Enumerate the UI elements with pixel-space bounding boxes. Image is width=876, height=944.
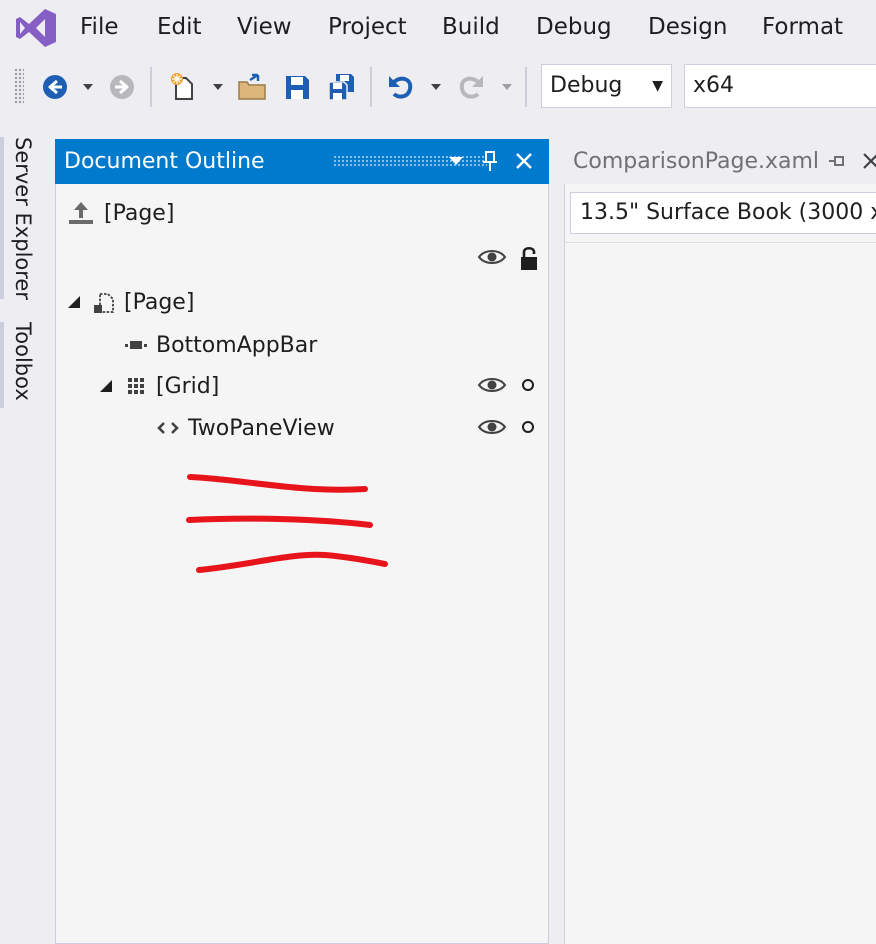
menu-design[interactable]: Design bbox=[648, 12, 727, 42]
code-icon bbox=[156, 418, 180, 438]
pin-tab-icon[interactable] bbox=[827, 152, 847, 174]
document-tab-title: ComparisonPage.xaml bbox=[573, 149, 820, 174]
pin-icon[interactable] bbox=[476, 147, 504, 175]
undo-dropdown-icon[interactable] bbox=[429, 70, 443, 104]
chevron-down-icon: ▼ bbox=[652, 78, 663, 94]
side-tab-label: Server Explorer bbox=[11, 137, 35, 300]
expanded-triangle-icon[interactable] bbox=[98, 378, 114, 394]
eye-icon[interactable] bbox=[476, 246, 508, 268]
menu-file[interactable]: File bbox=[80, 12, 119, 42]
eye-icon[interactable] bbox=[476, 417, 508, 437]
grid-icon bbox=[125, 375, 147, 397]
menu-debug[interactable]: Debug bbox=[536, 12, 612, 42]
forward-icon[interactable] bbox=[105, 70, 139, 104]
toolbar-separator bbox=[525, 67, 527, 107]
save-icon[interactable] bbox=[280, 70, 314, 104]
back-dropdown-icon[interactable] bbox=[81, 70, 95, 104]
back-icon[interactable] bbox=[38, 70, 72, 104]
red-annotation-scribble bbox=[186, 474, 388, 573]
side-tab-label: Toolbox bbox=[11, 322, 35, 401]
document-outline-title-bar[interactable]: Document Outline bbox=[55, 139, 549, 184]
menu-format[interactable]: Format bbox=[762, 12, 843, 42]
new-item-dropdown-icon[interactable] bbox=[211, 70, 225, 104]
menu-bar bbox=[0, 0, 876, 56]
xaml-designer-surface[interactable] bbox=[564, 184, 876, 944]
menu-view[interactable]: View bbox=[237, 12, 292, 42]
menu-edit[interactable]: Edit bbox=[157, 12, 202, 42]
tree-node-label[interactable]: [Grid] bbox=[156, 373, 219, 401]
close-icon[interactable] bbox=[510, 147, 538, 175]
device-preview-value: 13.5" Surface Book (3000 x 2000) 200% sc… bbox=[580, 200, 876, 225]
side-tab-toolbox[interactable]: Toolbox bbox=[0, 322, 36, 408]
solution-configuration-combo[interactable]: Debug ▼ bbox=[541, 64, 672, 108]
expanded-triangle-icon[interactable] bbox=[66, 294, 82, 310]
menu-build[interactable]: Build bbox=[442, 12, 500, 42]
lock-icon[interactable] bbox=[517, 244, 541, 272]
tree-node-label[interactable]: [Page] bbox=[124, 289, 194, 317]
document-tab[interactable]: ComparisonPage.xaml bbox=[564, 139, 876, 184]
window-position-dropdown-icon[interactable] bbox=[442, 147, 470, 175]
open-folder-icon[interactable] bbox=[235, 70, 269, 104]
side-tab-server-explorer[interactable]: Server Explorer bbox=[0, 137, 36, 300]
eye-icon[interactable] bbox=[476, 375, 508, 395]
new-item-icon[interactable] bbox=[166, 70, 200, 104]
designer-toolbar-divider bbox=[564, 242, 876, 243]
up-arrow-icon[interactable] bbox=[66, 199, 96, 227]
solution-platform-combo[interactable]: x64 bbox=[684, 64, 876, 108]
save-all-icon[interactable] bbox=[324, 70, 358, 104]
tree-node-label[interactable]: TwoPaneView bbox=[188, 415, 335, 443]
outline-root-scope[interactable]: [Page] bbox=[104, 200, 174, 228]
solution-platform-value: x64 bbox=[693, 73, 735, 98]
redo-icon[interactable] bbox=[454, 70, 488, 104]
device-preview-combo[interactable]: 13.5" Surface Book (3000 x 2000) 200% sc… bbox=[570, 192, 876, 234]
unlocked-circle-icon[interactable] bbox=[519, 418, 537, 436]
panel-title: Document Outline bbox=[64, 149, 265, 174]
appbar-icon bbox=[124, 336, 148, 354]
unlocked-circle-icon[interactable] bbox=[519, 376, 537, 394]
close-tab-icon[interactable] bbox=[862, 152, 876, 174]
menu-project[interactable]: Project bbox=[328, 12, 407, 42]
redo-dropdown-icon[interactable] bbox=[500, 70, 514, 104]
toolbar-separator bbox=[150, 67, 152, 107]
toolbar-grip[interactable] bbox=[14, 68, 24, 104]
visual-studio-logo-icon bbox=[16, 9, 56, 47]
page-icon bbox=[92, 290, 116, 316]
tree-node-label[interactable]: BottomAppBar bbox=[156, 332, 317, 360]
toolbar-separator bbox=[370, 67, 372, 107]
undo-icon[interactable] bbox=[384, 70, 418, 104]
solution-configuration-value: Debug bbox=[550, 73, 623, 98]
